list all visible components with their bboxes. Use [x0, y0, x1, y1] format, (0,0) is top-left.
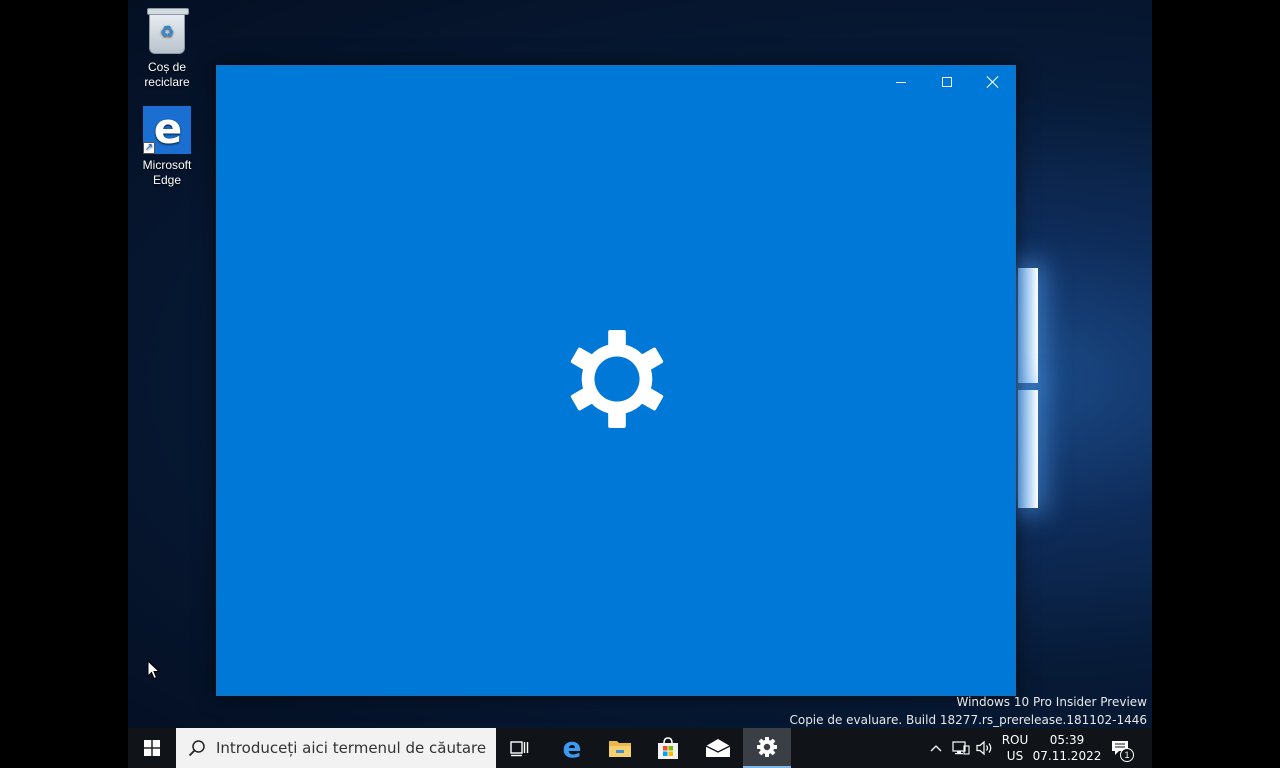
desktop-icon-label: reciclare — [144, 75, 190, 89]
desktop-icon-microsoft-edge[interactable]: e ↗ Microsoft Edge — [128, 106, 206, 188]
clock-date: 07.11.2022 — [1032, 749, 1102, 763]
store-button[interactable] — [644, 728, 692, 768]
chevron-up-icon — [930, 745, 942, 752]
gear-icon — [570, 330, 664, 428]
shortcut-arrow-icon: ↗ — [143, 142, 155, 154]
action-center-button[interactable]: 1 — [1106, 728, 1134, 768]
mouse-cursor-icon — [147, 660, 161, 680]
maximize-icon — [942, 77, 952, 87]
clock-time: 05:39 — [1049, 733, 1085, 747]
desktop-icon-recycle-bin[interactable]: ♻ Coș de reciclare — [128, 8, 206, 90]
edge-taskbar-button[interactable]: e — [548, 728, 596, 768]
show-desktop-button[interactable] — [1148, 728, 1152, 768]
desktop-icon-label: Coș de — [147, 60, 187, 74]
maximize-button[interactable] — [924, 66, 970, 98]
volume-icon — [976, 740, 992, 756]
task-view-icon — [510, 741, 529, 757]
windows-start-icon — [144, 740, 160, 756]
mail-icon — [705, 739, 731, 757]
search-placeholder: Introduceți aici termenul de căutare — [216, 739, 487, 757]
taskbar-search-box[interactable]: Introduceți aici termenul de căutare — [176, 728, 496, 768]
settings-icon — [757, 737, 777, 757]
recycle-bin-icon: ♻ — [143, 8, 191, 56]
task-view-button[interactable] — [496, 728, 544, 768]
close-button[interactable] — [970, 66, 1016, 98]
notification-count-badge: 1 — [1120, 748, 1134, 762]
file-explorer-button[interactable] — [596, 728, 644, 768]
start-button[interactable] — [128, 728, 176, 768]
build-watermark-line1: Windows 10 Pro Insider Preview — [956, 695, 1147, 709]
taskbar: Introduceți aici termenul de căutare e R… — [128, 728, 1148, 768]
windows-logo-wallpaper-pane — [1018, 390, 1038, 508]
network-icon — [952, 741, 970, 755]
clock-button[interactable]: 05:39 07.11.2022 — [1032, 728, 1102, 768]
settings-app-window[interactable] — [216, 65, 1016, 696]
build-watermark-line2: Copie de evaluare. Build 18277.rs_prerel… — [789, 713, 1147, 727]
edge-shortcut-icon: e ↗ — [143, 106, 191, 154]
desktop-icon-label: Edge — [152, 173, 182, 187]
language-code: ROU — [1001, 733, 1029, 747]
keyboard-layout: US — [1006, 749, 1024, 763]
minimize-icon — [896, 81, 906, 83]
input-language-indicator[interactable]: ROU US — [998, 728, 1032, 768]
windows-logo-wallpaper-pane — [1018, 268, 1038, 383]
file-explorer-icon — [609, 741, 631, 757]
mail-button[interactable] — [694, 728, 742, 768]
close-icon — [987, 76, 999, 88]
store-icon — [658, 737, 678, 759]
minimize-button[interactable] — [878, 66, 924, 98]
show-hidden-icons-button[interactable] — [926, 728, 946, 768]
edge-icon: e — [562, 731, 582, 764]
network-status-button[interactable] — [950, 728, 972, 768]
settings-taskbar-button[interactable] — [743, 728, 791, 768]
search-icon — [188, 740, 205, 757]
screen: ♻ Coș de reciclare e ↗ Microsoft Edge Wi… — [0, 0, 1280, 768]
volume-button[interactable] — [974, 728, 996, 768]
desktop-icon-label: Microsoft — [142, 158, 192, 172]
